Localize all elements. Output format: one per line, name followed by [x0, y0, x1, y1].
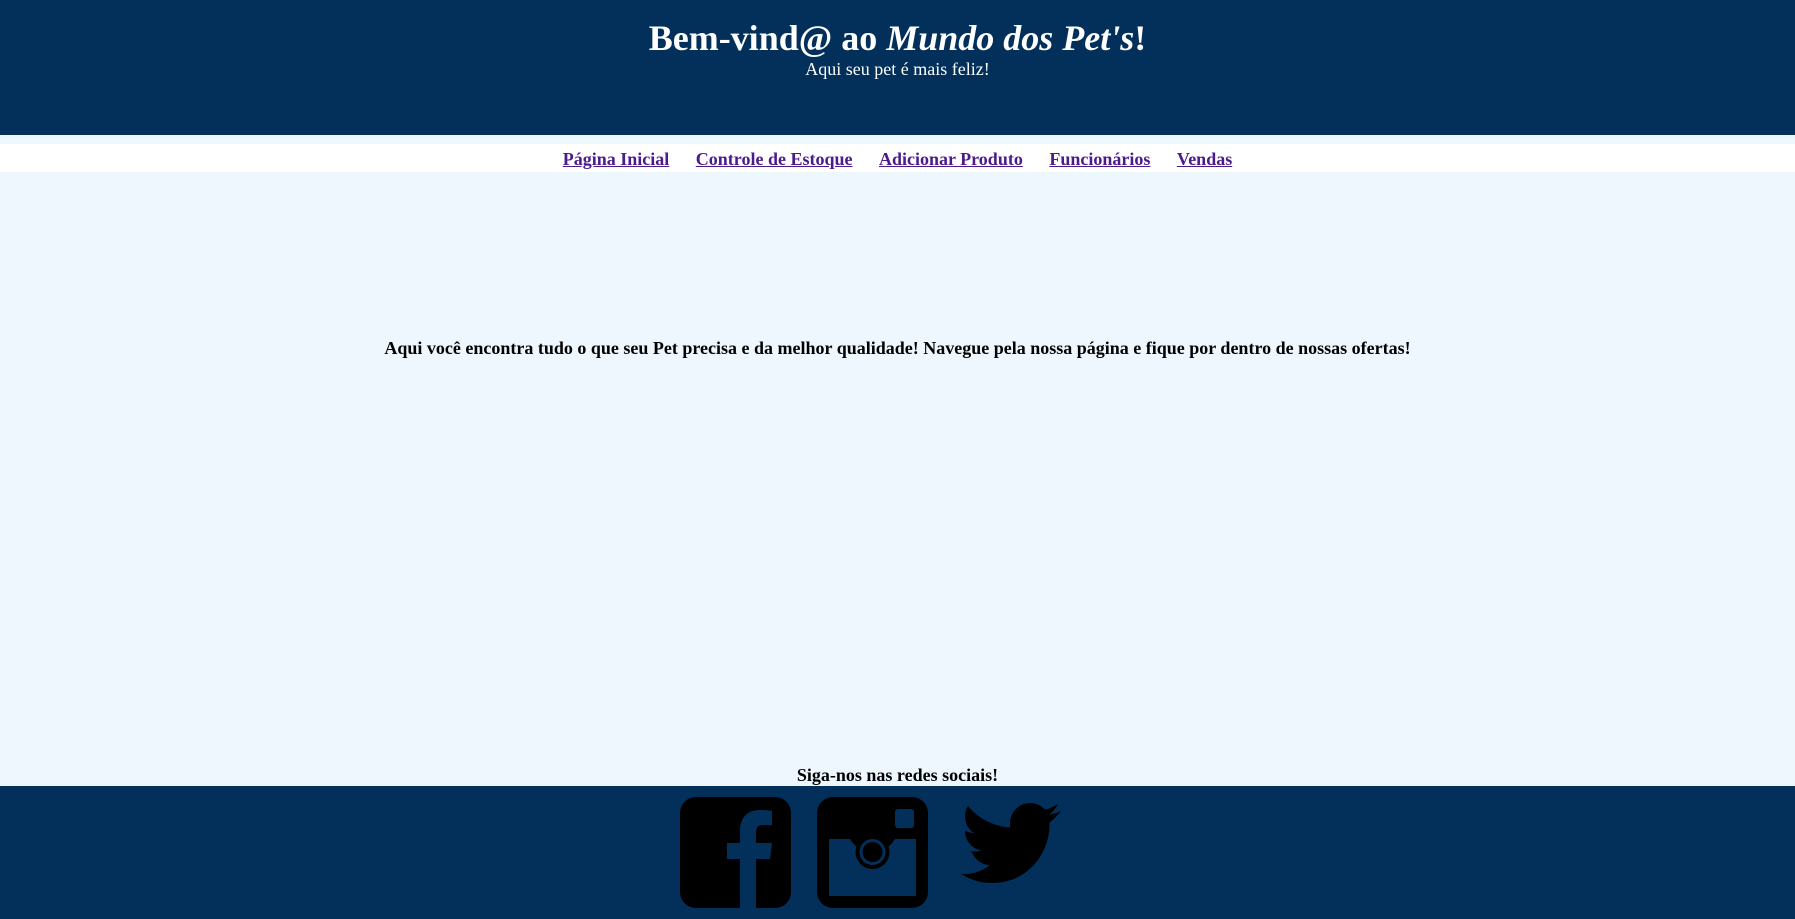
- title-suffix: !: [1134, 18, 1147, 58]
- intro-text: Aqui você encontra tudo o que seu Pet pr…: [384, 338, 1411, 358]
- title-prefix: Bem-vind@ ao: [648, 18, 887, 58]
- main-nav: Página Inicial Controle de Estoque Adici…: [0, 144, 1795, 172]
- follow-us-text: Siga-nos nas redes sociais!: [796, 765, 999, 785]
- nav-link-pagina-inicial[interactable]: Página Inicial: [563, 149, 670, 169]
- twitter-icon[interactable]: [953, 797, 1064, 908]
- site-header: Bem-vind@ ao Mundo dos Pet's! Aqui seu p…: [0, 0, 1795, 135]
- facebook-icon[interactable]: [680, 797, 791, 908]
- page-subtitle: Aqui seu pet é mais feliz!: [805, 59, 990, 79]
- instagram-icon[interactable]: [817, 797, 928, 908]
- nav-link-funcionarios[interactable]: Funcionários: [1049, 149, 1150, 169]
- title-brand: Mundo dos Pet's: [886, 18, 1135, 58]
- nav-link-controle-de-estoque[interactable]: Controle de Estoque: [696, 149, 853, 169]
- nav-link-vendas[interactable]: Vendas: [1177, 149, 1232, 169]
- page-title: Bem-vind@ ao Mundo dos Pet's!: [0, 14, 1795, 62]
- nav-link-adicionar-produto[interactable]: Adicionar Produto: [879, 149, 1023, 169]
